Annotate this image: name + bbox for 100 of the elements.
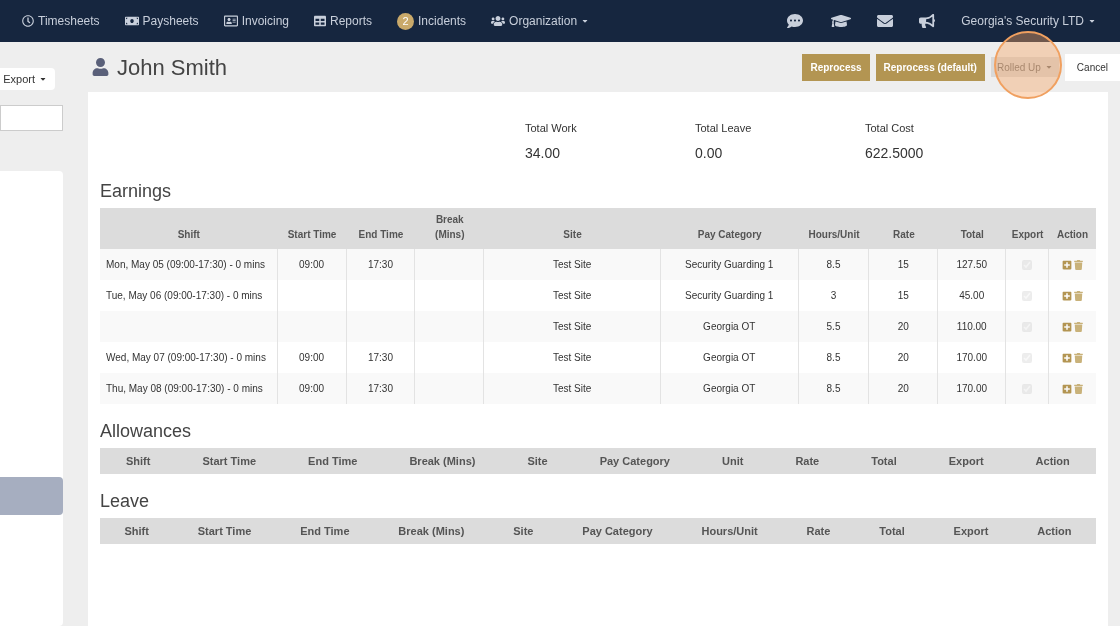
- table-cell-text: 20: [897, 320, 909, 334]
- section-title: Leave: [100, 490, 151, 513]
- table-cell-text: 09:00: [299, 382, 325, 396]
- trash-icon[interactable]: [1074, 352, 1084, 363]
- column-header: Start Time: [197, 523, 252, 539]
- export-button[interactable]: Export: [0, 68, 55, 90]
- envelope-icon[interactable]: [877, 13, 894, 29]
- table-cell-text: 170.00: [956, 351, 988, 365]
- shift-cell-text: Thu, May 08 (09:00-17:30) - 0 mins: [106, 382, 263, 396]
- column-header: Site: [563, 228, 582, 242]
- cancel-button[interactable]: Cancel: [1064, 53, 1120, 81]
- table-cell-text: 20: [897, 351, 909, 365]
- column-header: Action: [1035, 453, 1070, 469]
- add-icon[interactable]: [1062, 290, 1073, 301]
- table-cell-text: 8.5: [826, 351, 841, 365]
- nav-link[interactable]: Invoicing: [223, 12, 289, 30]
- column-header: Rate: [893, 228, 915, 242]
- table-cell-text: 45.00: [959, 289, 985, 303]
- shift-cell-text: Mon, May 05 (09:00-17:30) - 0 mins: [106, 258, 265, 272]
- caret-icon: [581, 17, 590, 25]
- column-header: Unit: [722, 453, 744, 469]
- table-cell-text: Georgia OT: [703, 351, 756, 365]
- table-cell-text: Test Site: [552, 320, 592, 334]
- column-header: Shift: [177, 228, 200, 242]
- table-cell-text: 09:00: [299, 258, 325, 272]
- column-header: Total: [879, 523, 905, 539]
- table-cell-text: 15: [897, 258, 909, 272]
- account-menu[interactable]: Georgia's Security LTD: [961, 12, 1096, 30]
- column-header: Export: [953, 523, 989, 539]
- total-label: Total Leave: [695, 121, 753, 136]
- table-cell-text: Test Site: [552, 289, 592, 303]
- column-header: Hours/Unit: [701, 523, 758, 539]
- table-cell-text: 15: [897, 289, 909, 303]
- table-cell-text: Security Guarding 1: [685, 289, 774, 303]
- total-value: 622.5000: [865, 143, 925, 163]
- column-header: Export: [948, 453, 984, 469]
- section-title: Earnings: [100, 180, 173, 203]
- table-cell-text: Security Guarding 1: [685, 258, 774, 272]
- table-cell-text: 8.5: [826, 382, 841, 396]
- table-cell-text: 5.5: [826, 320, 841, 334]
- column-header: Export: [1011, 228, 1044, 242]
- table-cell-text: Test Site: [552, 351, 592, 365]
- table-cell-text: Test Site: [552, 258, 592, 272]
- table-cell-text: 110.00: [956, 320, 987, 334]
- add-icon[interactable]: [1062, 321, 1073, 332]
- trash-icon[interactable]: [1074, 290, 1084, 301]
- table-cell-text: 8.5: [826, 258, 841, 272]
- column-header: End Time: [308, 453, 358, 469]
- trash-icon[interactable]: [1074, 321, 1084, 332]
- add-icon[interactable]: [1062, 383, 1073, 394]
- filter-input[interactable]: [0, 105, 63, 131]
- caret-icon: [1044, 63, 1053, 71]
- column-header: Rate: [795, 453, 820, 469]
- column-header: Pay Category: [599, 453, 670, 469]
- column-header: Pay Category: [582, 523, 653, 539]
- nav-link[interactable]: Organization: [491, 12, 590, 30]
- total-value: 0.00: [695, 143, 724, 163]
- table-cell-text: Georgia OT: [703, 382, 756, 396]
- trash-icon[interactable]: [1074, 259, 1084, 270]
- megaphone-icon[interactable]: [919, 13, 936, 29]
- column-header: Break (Mins): [398, 523, 465, 539]
- shift-cell-text: Tue, May 06 (09:00-17:30) - 0 mins: [106, 289, 263, 303]
- add-icon[interactable]: [1062, 352, 1073, 363]
- nav-link[interactable]: Paysheets: [124, 12, 199, 30]
- column-header: Pay Category: [697, 228, 762, 242]
- column-header: Start Time: [287, 228, 337, 242]
- column-header: Shift: [124, 523, 149, 539]
- column-header: Site: [513, 523, 534, 539]
- column-header: Rate: [806, 523, 831, 539]
- shift-cell-text: Wed, May 07 (09:00-17:30) - 0 mins: [106, 351, 266, 365]
- total-label: Total Work: [525, 121, 578, 136]
- column-header: End Time: [358, 228, 404, 242]
- employee-name: John Smith: [117, 53, 228, 82]
- column-header: Action: [1037, 523, 1072, 539]
- table-cell-text: 127.50: [956, 258, 988, 272]
- table-cell-text: 17:30: [367, 258, 393, 272]
- users-icon: [491, 14, 506, 28]
- add-icon[interactable]: [1062, 259, 1073, 270]
- column-header: Break (Mins): [409, 453, 476, 469]
- caret-icon: [39, 75, 47, 83]
- nav-link[interactable]: Reports: [314, 12, 373, 30]
- column-header: Action: [1056, 228, 1089, 242]
- user-icon: [92, 58, 109, 76]
- nav-link[interactable]: 2 Incidents: [397, 12, 467, 30]
- table-cell-text: 170.00: [956, 382, 988, 396]
- table-cell-text: Georgia OT: [703, 320, 756, 334]
- column-header: Start Time: [202, 453, 257, 469]
- table-cell-text: 3: [830, 289, 837, 303]
- table-icon: [314, 15, 326, 27]
- nav-link[interactable]: Timesheets: [22, 12, 100, 30]
- chat-icon[interactable]: [787, 13, 804, 29]
- table-cell-text: 20: [897, 382, 909, 396]
- table-cell-text: 09:00: [299, 351, 325, 365]
- trash-icon[interactable]: [1074, 383, 1084, 394]
- column-header: Total: [871, 453, 897, 469]
- column-header: Break (Mins): [434, 213, 466, 242]
- caret-icon: [1088, 17, 1096, 25]
- count-badge: 2: [397, 12, 415, 30]
- section-title: Allowances: [100, 420, 193, 443]
- column-header: Total: [960, 228, 984, 242]
